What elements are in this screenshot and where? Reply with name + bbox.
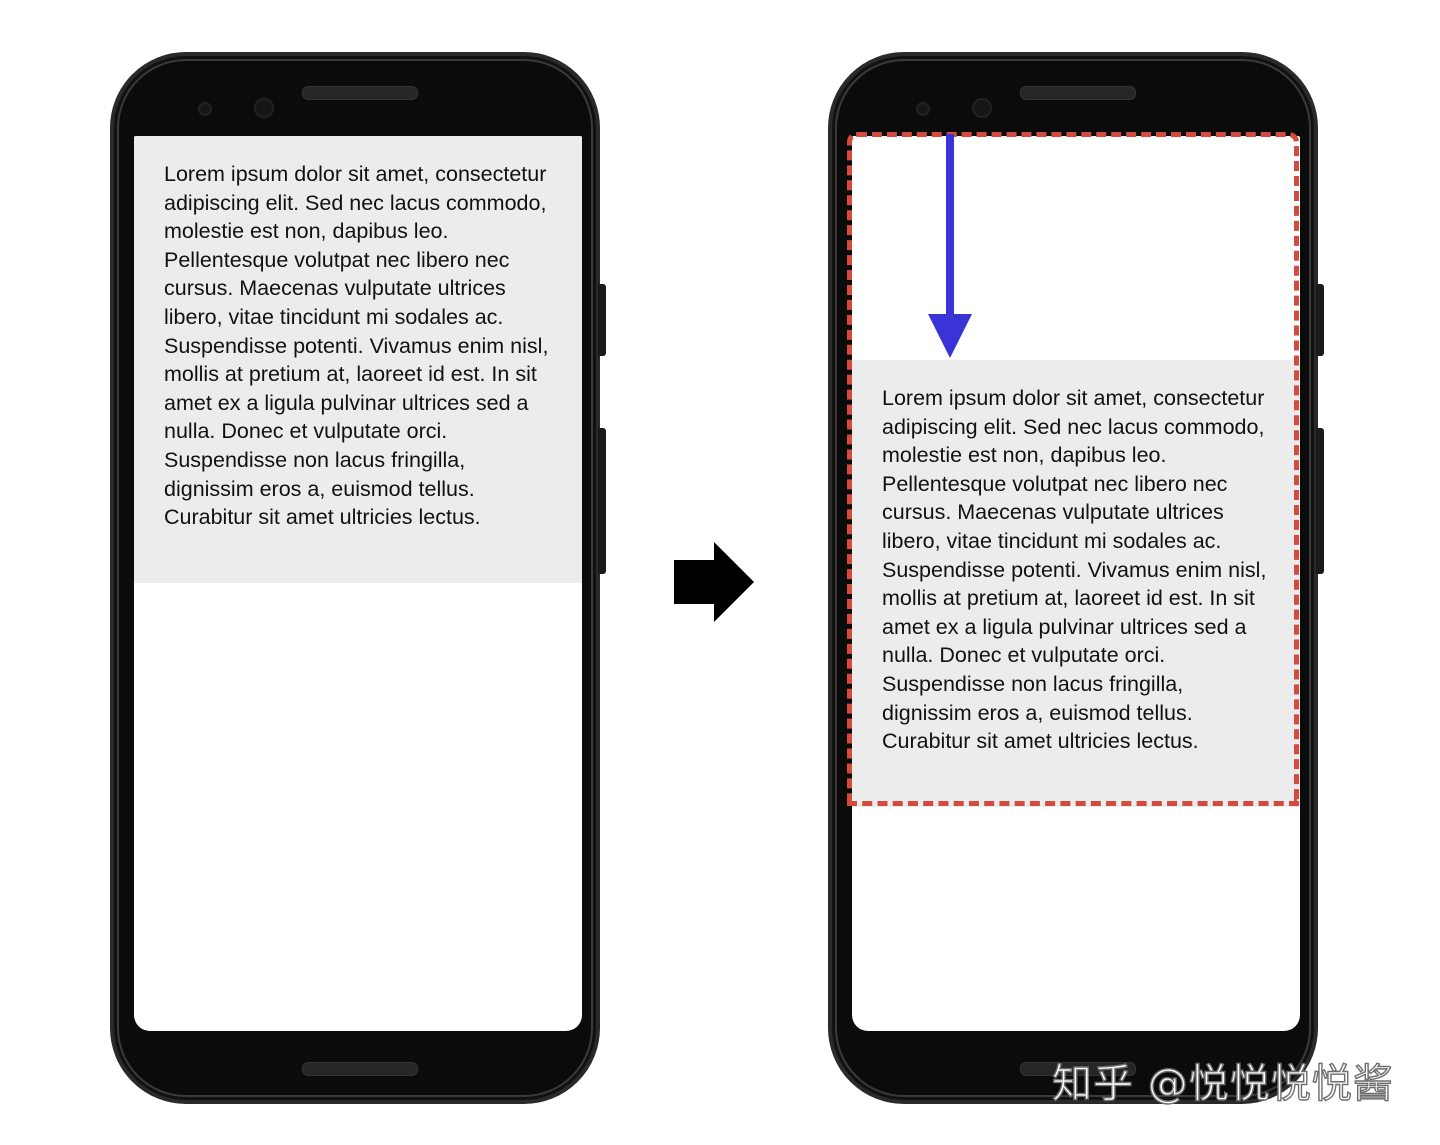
front-camera — [972, 98, 992, 118]
text-block: Lorem ipsum dolor sit amet, consectetur … — [134, 136, 582, 583]
layout-shift-outline — [847, 132, 1299, 806]
front-sensor — [198, 102, 212, 116]
watermark-text: 知乎 @悦悦悦悦酱 — [1051, 1060, 1394, 1107]
volume-button — [598, 428, 606, 574]
bottom-speaker — [302, 1062, 418, 1076]
down-arrow-icon — [928, 134, 972, 358]
earpiece-speaker — [1020, 86, 1136, 100]
front-sensor — [916, 102, 930, 116]
paragraph-text: Lorem ipsum dolor sit amet, consectetur … — [164, 162, 549, 530]
earpiece-speaker — [302, 86, 418, 100]
front-camera — [254, 98, 274, 118]
phone-before: Lorem ipsum dolor sit amet, consectetur … — [110, 52, 606, 1104]
volume-button — [1316, 428, 1324, 574]
right-arrow-icon — [674, 542, 754, 622]
screen-before: Lorem ipsum dolor sit amet, consectetur … — [134, 136, 582, 1031]
power-button — [1316, 284, 1324, 356]
power-button — [598, 284, 606, 356]
